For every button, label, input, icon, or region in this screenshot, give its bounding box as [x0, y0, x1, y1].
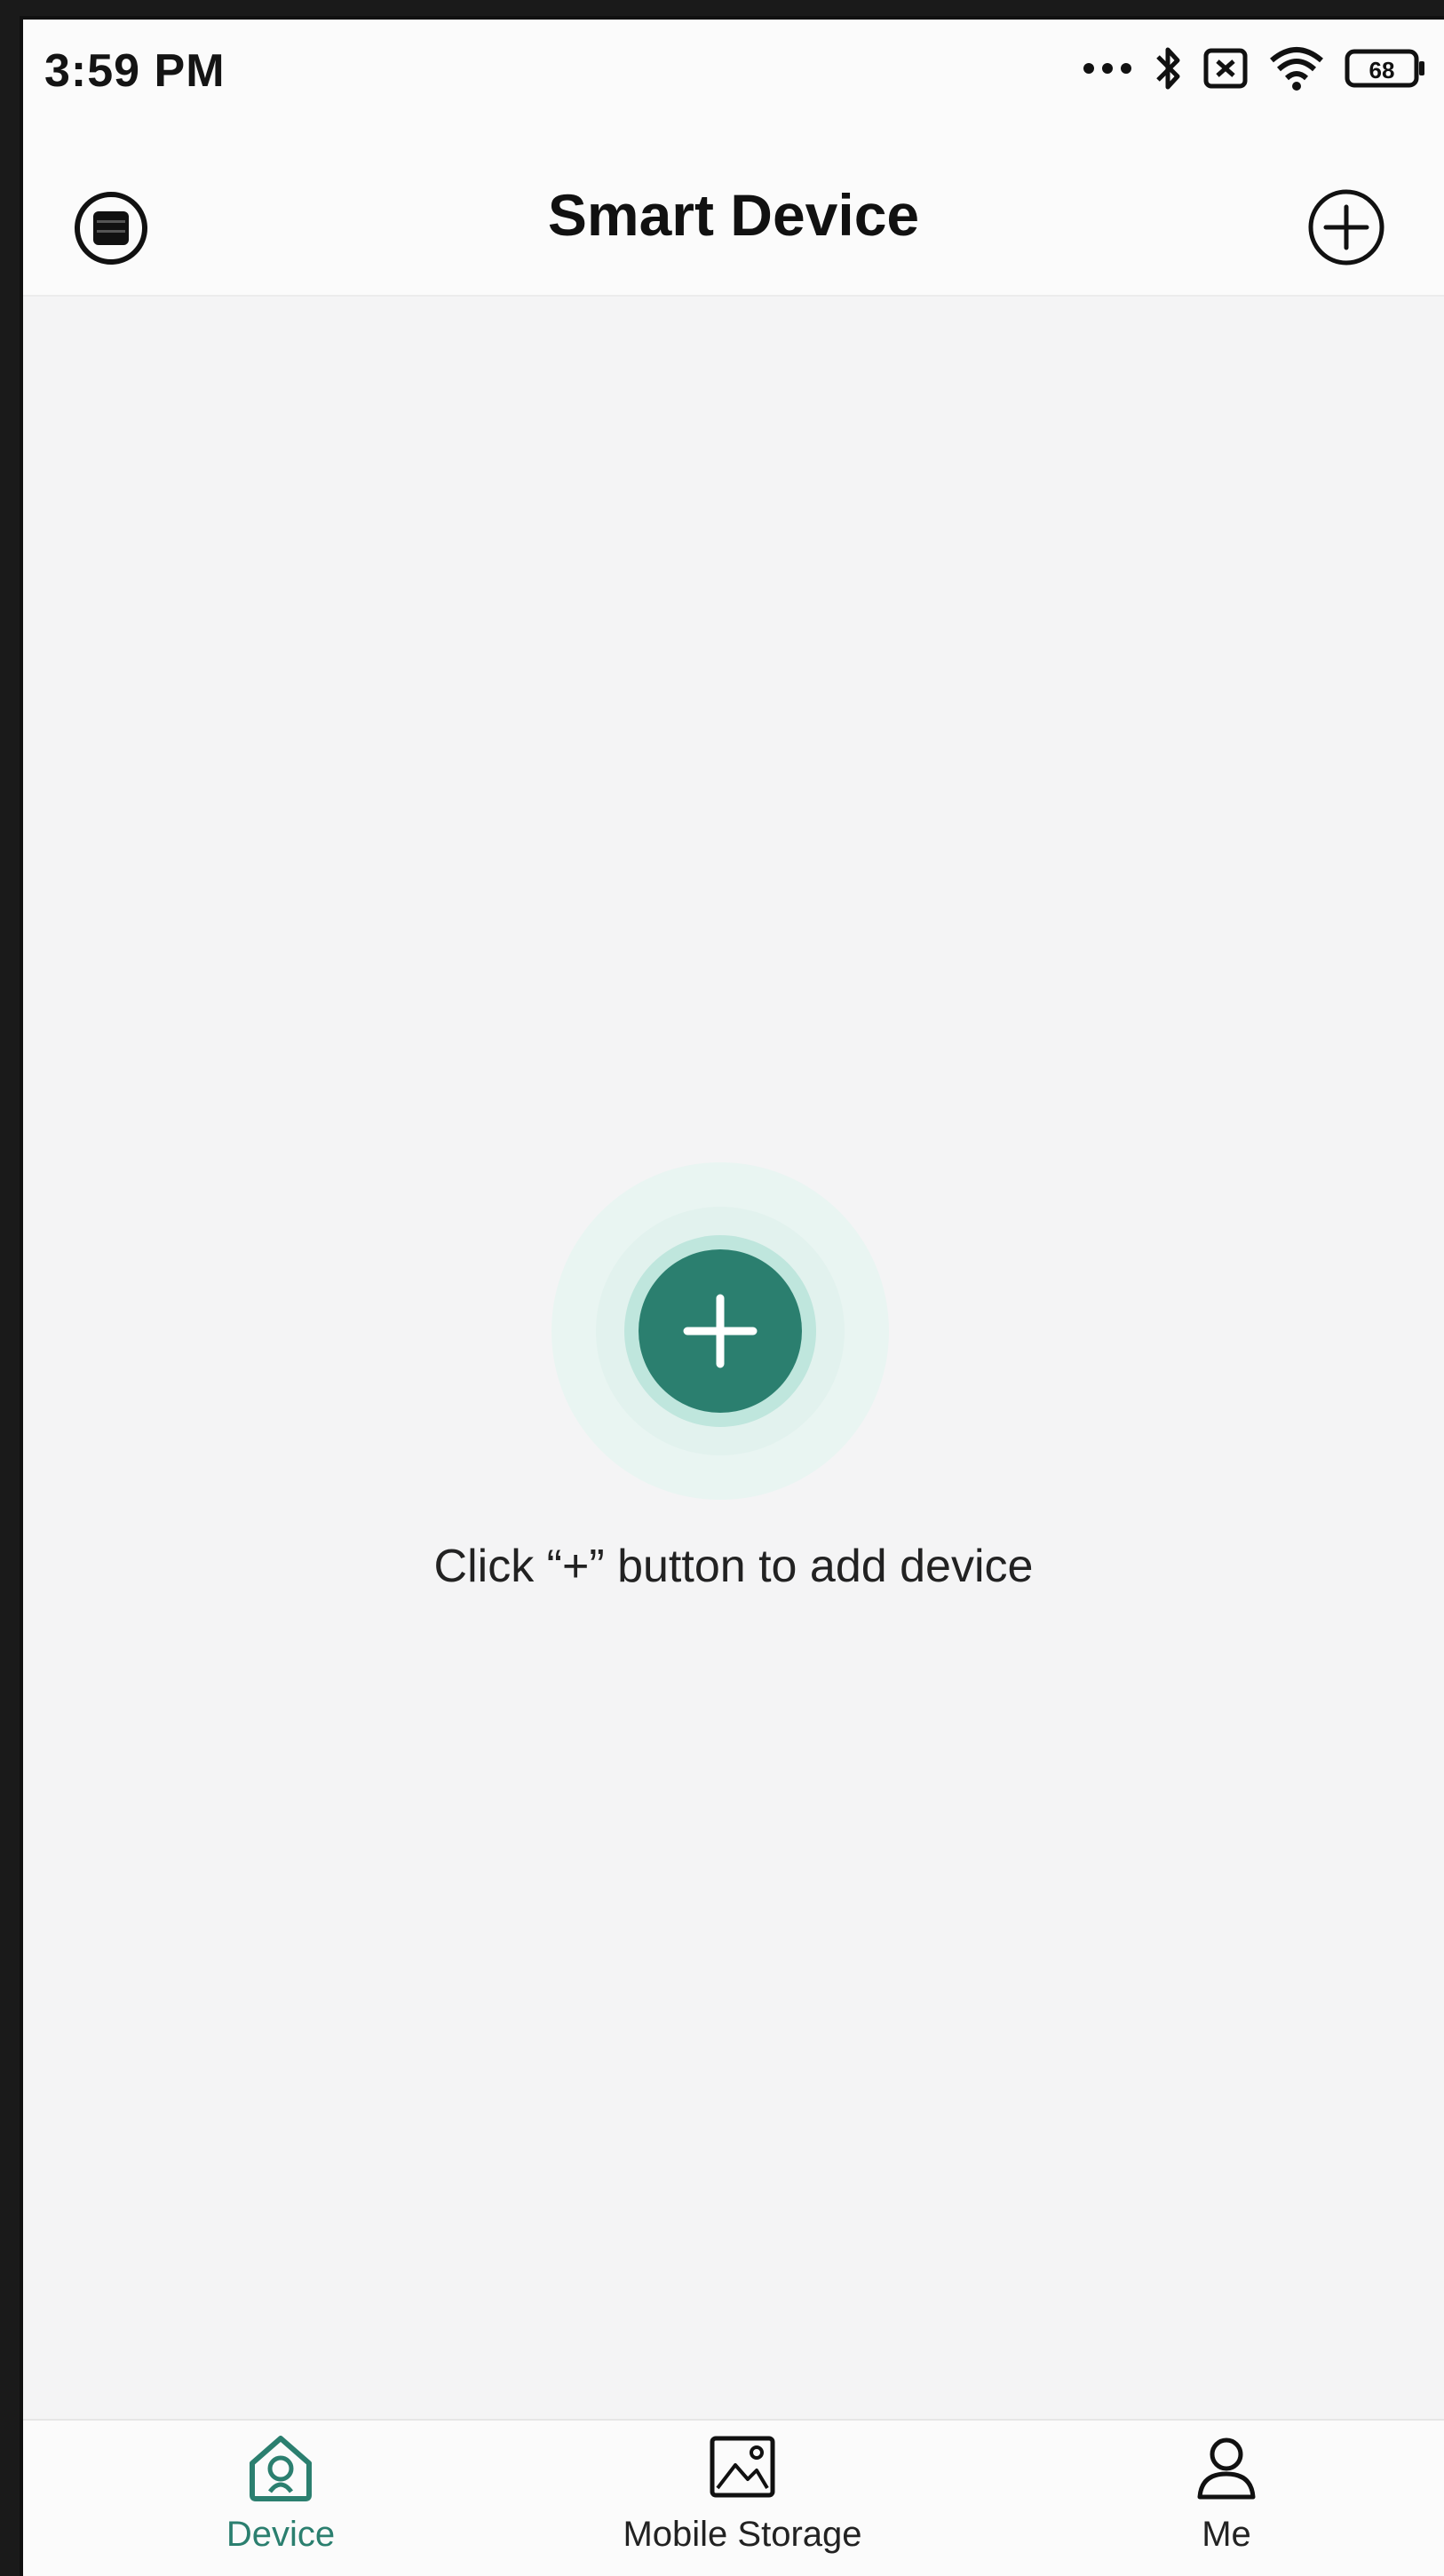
- tab-me-label: Me: [1202, 2515, 1251, 2554]
- bluetooth-icon: [1156, 47, 1180, 90]
- add-device-header-button[interactable]: [1304, 185, 1389, 270]
- device-list-area: Click “+” button to add device: [23, 297, 1444, 2421]
- status-icons: 68: [1082, 43, 1426, 94]
- app-bar: Smart Device: [23, 135, 1444, 297]
- tab-mobile-storage[interactable]: Mobile Storage: [583, 2431, 902, 2555]
- status-time: 3:59 PM: [44, 45, 226, 97]
- tab-me[interactable]: Me: [1067, 2431, 1386, 2555]
- status-bar: 3:59 PM 68: [23, 20, 1444, 135]
- add-device-icon[interactable]: [547, 1158, 893, 1504]
- battery-icon: 68: [1345, 49, 1424, 88]
- page-title: Smart Device: [547, 182, 920, 248]
- phone-screen: 3:59 PM 68 Smart Device Click “+” button…: [20, 16, 1444, 2576]
- tab-device-label: Device: [226, 2515, 336, 2554]
- wifi-icon: [1270, 47, 1323, 91]
- tab-device[interactable]: Device: [121, 2431, 440, 2555]
- home-device-icon: [250, 2436, 312, 2501]
- more-dots-icon: [1083, 63, 1131, 74]
- battery-level: 68: [1369, 57, 1395, 83]
- image-icon: [710, 2436, 775, 2498]
- tab-mobile-storage-label: Mobile Storage: [623, 2515, 862, 2554]
- sim-blocked-icon: [1203, 48, 1248, 89]
- bottom-tab-bar: Device Mobile Storage Me: [23, 2419, 1444, 2576]
- user-icon: [1197, 2437, 1256, 2500]
- empty-state-message: Click “+” button to add device: [433, 1541, 1034, 1592]
- add-circle-icon: [1308, 189, 1384, 266]
